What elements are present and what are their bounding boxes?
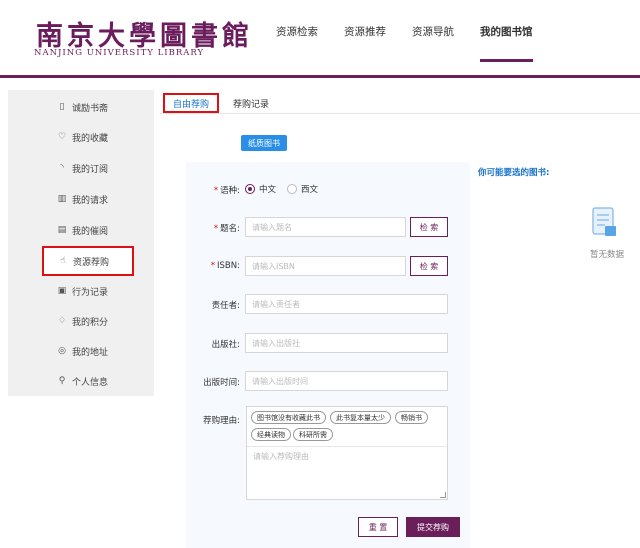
sidebar-item-label: 我的催阅 bbox=[72, 226, 109, 237]
sidebar-item-activity-log[interactable]: ▣ 行为记录 bbox=[8, 276, 154, 306]
resize-handle-icon[interactable] bbox=[440, 492, 446, 498]
record-icon: ▣ bbox=[57, 286, 67, 296]
title-label: * 题名: bbox=[213, 224, 240, 234]
sidebar-item-label: 我的积分 bbox=[72, 317, 109, 328]
paper-book-button[interactable]: 纸质图书 bbox=[241, 135, 287, 151]
radio-dot bbox=[245, 184, 255, 194]
logo-english-name: NANJING UNIVERSITY LIBRARY bbox=[34, 48, 205, 58]
reason-chip-bestseller[interactable]: 畅销书 bbox=[395, 411, 428, 424]
nav-resource-recommend[interactable]: 资源推荐 bbox=[344, 0, 386, 62]
library-logo[interactable]: 南京大學圖書館 NANJING UNIVERSITY LIBRARY bbox=[24, 10, 249, 66]
sidebar-item-address[interactable]: ◎ 我的地址 bbox=[8, 336, 154, 366]
rss-icon: ◝ bbox=[60, 163, 64, 173]
sidebar-item-label: 资源荐购 bbox=[73, 257, 110, 268]
reason-textarea[interactable]: 请输入荐购理由 bbox=[247, 446, 447, 499]
sidebar-item-chengli-study[interactable]: ▯ 诚励书斋 bbox=[8, 92, 154, 122]
publisher-label: 出版社: bbox=[211, 340, 240, 350]
reason-chip-few-copies[interactable]: 此书复本量太少 bbox=[330, 411, 391, 424]
reason-chip-not-in-library[interactable]: 图书馆没有收藏此书 bbox=[251, 411, 326, 424]
thumbs-up-icon: ☝ bbox=[60, 256, 66, 266]
nav-my-library[interactable]: 我的图书馆 bbox=[480, 0, 533, 62]
pub-date-input[interactable]: 请输入出版时间 bbox=[245, 371, 448, 391]
reason-label: 荐购理由: bbox=[203, 416, 240, 426]
reason-chip-classic[interactable]: 经典读物 bbox=[251, 428, 291, 441]
required-mark: * bbox=[213, 224, 219, 234]
sidebar-item-label: 我的收藏 bbox=[72, 133, 109, 144]
main-nav: 资源检索 资源推荐 资源导航 我的图书馆 bbox=[276, 0, 559, 72]
isbn-label: * ISBN: bbox=[210, 261, 240, 271]
author-input[interactable]: 请输入责任者 bbox=[245, 294, 448, 314]
sidebar-item-label: 行为记录 bbox=[72, 287, 109, 298]
location-icon: ◎ bbox=[58, 346, 66, 356]
suggestions-title: 你可能要选的图书: bbox=[478, 168, 550, 178]
page: 南京大學圖書館 NANJING UNIVERSITY LIBRARY 资源检索 … bbox=[0, 0, 640, 548]
language-radio-western[interactable]: 西文 bbox=[287, 183, 318, 195]
sidebar-item-favorites[interactable]: ♡ 我的收藏 bbox=[8, 122, 154, 152]
isbn-search-button[interactable]: 检 索 bbox=[410, 256, 448, 276]
heart-icon: ♡ bbox=[57, 132, 67, 142]
language-radio-chinese[interactable]: 中文 bbox=[245, 183, 276, 195]
sidebar-item-label: 我的订阅 bbox=[72, 164, 109, 175]
sidebar-item-label: 个人信息 bbox=[72, 377, 109, 388]
points-icon: ♢ bbox=[57, 316, 67, 326]
required-mark: * bbox=[210, 261, 216, 271]
user-icon: ⚲ bbox=[58, 376, 66, 386]
tab-free-recommend[interactable]: 自由荐购 bbox=[163, 93, 219, 113]
book-icon: ▯ bbox=[59, 102, 65, 112]
radio-dot bbox=[287, 184, 297, 194]
tab-divider bbox=[160, 113, 640, 114]
sidebar-item-subscriptions[interactable]: ◝ 我的订阅 bbox=[8, 153, 154, 183]
nav-resource-navigation[interactable]: 资源导航 bbox=[412, 0, 454, 62]
publisher-input[interactable]: 请输入出版社 bbox=[245, 333, 448, 353]
title-search-button[interactable]: 检 索 bbox=[410, 217, 448, 237]
empty-data-icon bbox=[592, 207, 616, 236]
reason-chip-research[interactable]: 科研所需 bbox=[293, 428, 333, 441]
nav-resource-search[interactable]: 资源检索 bbox=[276, 0, 318, 62]
author-label: 责任者: bbox=[211, 301, 240, 311]
isbn-input[interactable]: 请输入ISBN bbox=[245, 256, 406, 276]
sidebar-item-profile[interactable]: ⚲ 个人信息 bbox=[8, 366, 154, 396]
sidebar-item-label: 我的请求 bbox=[72, 195, 109, 206]
sidebar-item-resource-recommend[interactable]: ☝ 资源荐购 bbox=[42, 246, 134, 276]
pub-date-label: 出版时间: bbox=[203, 378, 240, 388]
sidebar-item-label: 我的地址 bbox=[72, 347, 109, 358]
sidebar-item-reminders[interactable]: ▤ 我的催阅 bbox=[8, 215, 154, 245]
request-icon: ▥ bbox=[57, 194, 67, 204]
sidebar-item-requests[interactable]: ▥ 我的请求 bbox=[8, 184, 154, 214]
remind-icon: ▤ bbox=[57, 225, 67, 235]
required-mark: * bbox=[213, 186, 219, 196]
sidebar: ▯ 诚励书斋 ♡ 我的收藏 ◝ 我的订阅 ▥ 我的请求 ▤ 我的催阅 ☝ 资源荐… bbox=[8, 90, 154, 396]
submit-recommend-button[interactable]: 提交荐购 bbox=[406, 517, 460, 537]
reset-button[interactable]: 重 置 bbox=[358, 517, 398, 537]
language-label: * 语种: bbox=[213, 186, 240, 196]
tab-recommend-history[interactable]: 荐购记录 bbox=[228, 93, 274, 113]
sidebar-item-label: 诚励书斋 bbox=[72, 103, 109, 114]
empty-data-text: 暂无数据 bbox=[590, 250, 625, 260]
sidebar-item-points[interactable]: ♢ 我的积分 bbox=[8, 306, 154, 336]
header: 南京大學圖書館 NANJING UNIVERSITY LIBRARY 资源检索 … bbox=[0, 0, 640, 78]
title-input[interactable]: 请输入题名 bbox=[245, 217, 406, 237]
